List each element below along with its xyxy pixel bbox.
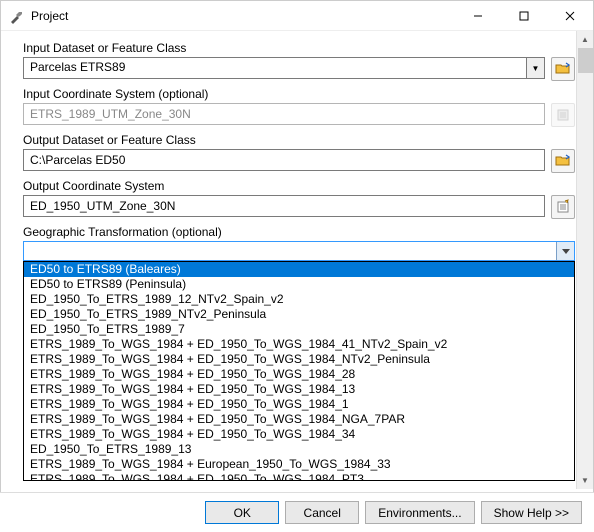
scroll-up-arrow[interactable]: ▲ [577,31,594,48]
window-title: Project [31,9,455,23]
geo-transformation-option[interactable]: ED_1950_To_ETRS_1989_13 [24,442,574,457]
output-cs-label: Output Coordinate System [23,179,575,193]
scroll-down-arrow[interactable]: ▼ [577,472,594,489]
geo-transformation-option[interactable]: ETRS_1989_To_WGS_1984 + ED_1950_To_WGS_1… [24,412,574,427]
output-cs-field[interactable] [23,195,545,217]
scroll-thumb[interactable] [578,48,593,73]
chevron-down-icon[interactable]: ▼ [526,58,544,78]
geo-transformation-option[interactable]: ETRS_1989_To_WGS_1984 + ED_1950_To_WGS_1… [24,367,574,382]
show-help-button[interactable]: Show Help >> [481,501,582,524]
geo-transformation-option[interactable]: ETRS_1989_To_WGS_1984 + European_1950_To… [24,457,574,472]
output-dataset-label: Output Dataset or Feature Class [23,133,575,147]
geo-transformation-option[interactable]: ETRS_1989_To_WGS_1984 + ED_1950_To_WGS_1… [24,352,574,367]
geo-transformation-option[interactable]: ETRS_1989_To_WGS_1984 + ED_1950_To_WGS_1… [24,397,574,412]
geo-transformation-option[interactable]: ETRS_1989_To_WGS_1984 + ED_1950_To_WGS_1… [24,382,574,397]
minimize-button[interactable] [455,1,501,31]
geo-transformation-option[interactable]: ED_1950_To_ETRS_1989_7 [24,322,574,337]
chevron-down-icon[interactable] [556,242,574,260]
geo-transformation-option[interactable]: ED_1950_To_ETRS_1989_12_NTv2_Spain_v2 [24,292,574,307]
cancel-button[interactable]: Cancel [285,501,359,524]
geo-transformation-option[interactable]: ED50 to ETRS89 (Baleares) [24,262,574,277]
content-area: ▲ ▼ Input Dataset or Feature Class Parce… [1,31,593,491]
hammer-icon [9,8,25,24]
environments-button[interactable]: Environments... [365,501,474,524]
geo-transformation-dropdown[interactable]: ED50 to ETRS89 (Baleares)ED50 to ETRS89 … [23,261,575,481]
geo-transformation-value[interactable] [24,242,556,260]
geo-transformation-combo[interactable] [23,241,575,261]
geo-transformation-option[interactable]: ETRS_1989_To_WGS_1984 + ED_1950_To_WGS_1… [24,472,574,481]
close-button[interactable] [547,1,593,31]
maximize-button[interactable] [501,1,547,31]
output-browse-button[interactable] [551,149,575,173]
footer: OK Cancel Environments... Show Help >> [0,492,594,532]
input-cs-label: Input Coordinate System (optional) [23,87,575,101]
input-dataset-combo[interactable]: Parcelas ETRS89 ▼ [23,57,545,79]
geo-transformation-label: Geographic Transformation (optional) [23,225,575,239]
input-cs-field [23,103,545,125]
input-cs-properties-button [551,103,575,127]
geo-transformation-option[interactable]: ED50 to ETRS89 (Peninsula) [24,277,574,292]
ok-button[interactable]: OK [205,501,279,524]
input-dataset-label: Input Dataset or Feature Class [23,41,575,55]
browse-button[interactable] [551,57,575,81]
geo-transformation-option[interactable]: ETRS_1989_To_WGS_1984 + ED_1950_To_WGS_1… [24,427,574,442]
input-dataset-value[interactable]: Parcelas ETRS89 [24,58,526,78]
title-bar: Project [1,1,593,31]
geo-transformation-option[interactable]: ETRS_1989_To_WGS_1984 + ED_1950_To_WGS_1… [24,337,574,352]
geo-transformation-option[interactable]: ED_1950_To_ETRS_1989_NTv2_Peninsula [24,307,574,322]
output-cs-properties-button[interactable] [551,195,575,219]
vertical-scrollbar[interactable]: ▲ ▼ [576,31,593,489]
output-dataset-field[interactable] [23,149,545,171]
